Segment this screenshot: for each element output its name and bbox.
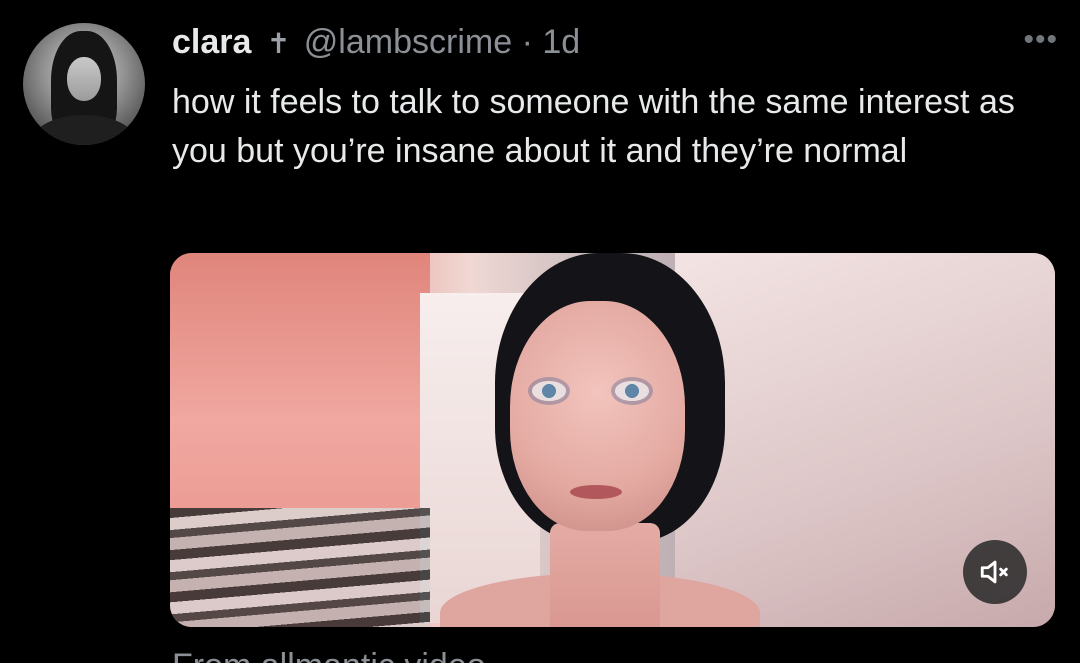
speaker-muted-icon [980,560,1008,584]
separator-dot: · [521,23,533,61]
more-options-icon[interactable]: ••• [1023,22,1058,58]
mute-button[interactable] [963,540,1027,604]
display-name[interactable]: clara [172,23,251,61]
media-caption-partial: From allmantic video [172,646,486,663]
tweet-text: how it feels to talk to someone with the… [172,83,1015,170]
user-handle[interactable]: @lambscrime [304,23,512,61]
avatar[interactable] [23,23,145,145]
video-media[interactable] [170,253,1055,627]
timestamp[interactable]: 1d [542,23,580,61]
cross-icon: ✝ [266,28,291,59]
tweet-header: clara ✝ @lambscrime · 1d [172,22,580,64]
tweet: clara ✝ @lambscrime · 1d ••• how it feel… [0,0,1080,663]
